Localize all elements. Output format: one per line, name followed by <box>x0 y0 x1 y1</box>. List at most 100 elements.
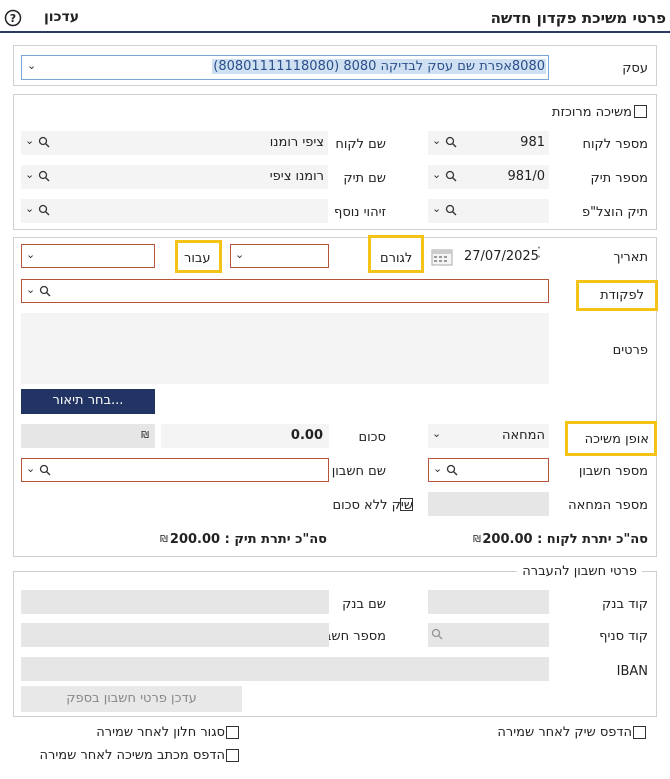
chevron-down-icon: ⌄ <box>432 427 442 440</box>
business-select[interactable]: ⌄ 8080אפרת שם עסק לבדיקה 8080 (808011111… <box>21 55 549 80</box>
order-label-box: לפקודת <box>576 280 658 311</box>
for-button[interactable]: עבור <box>175 240 222 273</box>
account-number-field[interactable]: ⌄ <box>428 458 549 482</box>
help-circle-icon: ? <box>4 9 22 27</box>
transfer-account-number-field <box>21 623 329 647</box>
print-check-checkbox[interactable] <box>633 726 646 739</box>
file-number-field[interactable]: ⌄ 981/0 <box>428 165 549 189</box>
order-field[interactable]: ⌄ <box>21 279 549 303</box>
chevron-down-icon: ⌄ <box>433 462 443 475</box>
chevron-down-icon: ⌄ <box>25 134 35 147</box>
client-name-value: ציפי רומנו <box>269 135 324 150</box>
withdrawal-method-label-box: אופן משיכה <box>565 421 657 456</box>
details-textarea[interactable] <box>21 313 549 384</box>
print-letter-checkbox[interactable] <box>226 749 239 762</box>
help-button[interactable]: ? <box>4 9 22 27</box>
chevron-down-icon: ⌄ <box>26 462 36 475</box>
iban-field <box>21 657 549 681</box>
file-number-label: מספר תיק <box>590 171 648 186</box>
expense-file-field[interactable]: ⌄ <box>428 199 549 223</box>
print-letter-label: הדפס מכתב משיכה לאחר שמירה <box>39 748 225 763</box>
business-value: 8080אפרת שם עסק לבדיקה 8080 (80801111118… <box>212 59 546 74</box>
amount-field[interactable]: 0.00 <box>161 424 329 448</box>
file-number-value: 981/0 <box>507 169 545 184</box>
search-icon <box>445 170 457 182</box>
merged-withdrawal-label: משיכה מרוכזת <box>551 105 632 120</box>
client-name-label: שם לקוח <box>335 137 386 152</box>
for-button-label: עבור <box>184 251 211 266</box>
search-icon <box>39 464 51 476</box>
business-label: עסק <box>622 61 648 76</box>
page-title: פרטי משיכת פקדון חדשה <box>490 9 666 27</box>
choose-description-button[interactable]: בחר תיאור... <box>21 389 155 414</box>
currency-symbol: ₪ <box>160 534 168 545</box>
chevron-down-icon: ⌄ <box>432 202 442 215</box>
chevron-down-icon: ⌄ <box>26 248 36 261</box>
amount-value: 0.00 <box>290 428 323 443</box>
date-label: תאריך <box>613 250 648 265</box>
currency-amount-field: ₪ <box>21 424 155 448</box>
merged-withdrawal-checkbox[interactable] <box>634 105 647 118</box>
chevron-down-icon: ⌄ <box>26 283 36 296</box>
factor-select[interactable]: ⌄ <box>230 244 329 268</box>
search-icon <box>39 285 51 297</box>
calendar-icon[interactable] <box>431 247 453 266</box>
withdrawal-method-select[interactable]: ⌄ המחאה <box>428 424 549 448</box>
update-button[interactable]: עדכון <box>44 9 79 25</box>
client-name-field[interactable]: ⌄ ציפי רומנו <box>21 131 328 155</box>
svg-text:?: ? <box>10 12 16 25</box>
file-name-field[interactable]: ⌄ רומנו ציפי <box>21 165 328 189</box>
chevron-down-icon: ⌄ <box>25 168 35 181</box>
print-check-label: הדפס שיק לאחר שמירה <box>497 725 632 740</box>
search-icon <box>38 136 50 148</box>
factor-button[interactable]: לגורם <box>368 235 424 273</box>
currency-symbol: ₪ <box>473 534 481 545</box>
check-number-label: מספר המחאה <box>568 498 648 513</box>
currency-symbol: ₪ <box>141 430 149 441</box>
factor-button-label: לגורם <box>380 251 413 266</box>
header-divider <box>0 31 670 33</box>
date-value[interactable]: 27/07/2025 <box>464 249 539 264</box>
expense-file-label: תיק הוצל"פ <box>581 205 648 220</box>
search-icon <box>431 628 443 640</box>
client-number-field[interactable]: ⌄ 981 <box>428 131 549 155</box>
chevron-down-icon: ⌄ <box>25 202 35 215</box>
file-name-label: שם תיק <box>343 171 386 186</box>
amount-label: סכום <box>358 430 386 445</box>
client-number-label: מספר לקוח <box>582 137 648 152</box>
account-number-label: מספר חשבון <box>578 464 648 479</box>
search-icon <box>38 170 50 182</box>
chevron-down-icon: ⌄ <box>432 168 442 181</box>
client-number-value: 981 <box>520 135 545 150</box>
order-label: לפקודת <box>600 288 644 303</box>
branch-code-label: קוד סניף <box>599 629 648 644</box>
chevron-down-icon: ⌄ <box>27 59 37 72</box>
client-balance-text: סה"כ יתרת לקוח : 200.00 <box>482 532 648 547</box>
details-label: פרטים <box>612 343 648 358</box>
search-icon <box>445 136 457 148</box>
close-window-checkbox[interactable] <box>226 726 239 739</box>
bank-name-label: שם בנק <box>342 597 386 612</box>
chevron-down-icon: ⌄ <box>432 134 442 147</box>
search-icon <box>445 204 457 216</box>
withdrawal-method-value: המחאה <box>502 428 545 443</box>
check-number-field <box>428 492 549 516</box>
close-window-label: סגור חלון לאחר שמירה <box>96 725 225 740</box>
bank-code-field <box>428 590 549 614</box>
account-name-field[interactable]: ⌄ <box>21 458 329 482</box>
chevron-down-icon: ⌄ <box>235 248 245 261</box>
extra-id-field[interactable]: ⌄ <box>21 199 328 223</box>
search-icon <box>38 204 50 216</box>
iban-label: IBAN <box>616 664 648 679</box>
bank-code-label: קוד בנק <box>602 597 648 612</box>
search-icon <box>446 464 458 476</box>
file-name-value: רומנו ציפי <box>269 169 324 184</box>
file-balance-text: סה"כ יתרת תיק : 200.00 <box>169 532 327 547</box>
for-select[interactable]: ⌄ <box>21 244 155 268</box>
bank-name-field <box>21 590 329 614</box>
branch-code-field <box>428 623 549 647</box>
update-supplier-account-button: עדכן פרטי חשבון בספק <box>21 686 242 712</box>
transfer-legend: פרטי חשבון להעברה <box>517 564 642 579</box>
account-name-label: שם חשבון <box>331 464 386 479</box>
extra-id-label: זיהוי נוסף <box>334 205 386 220</box>
